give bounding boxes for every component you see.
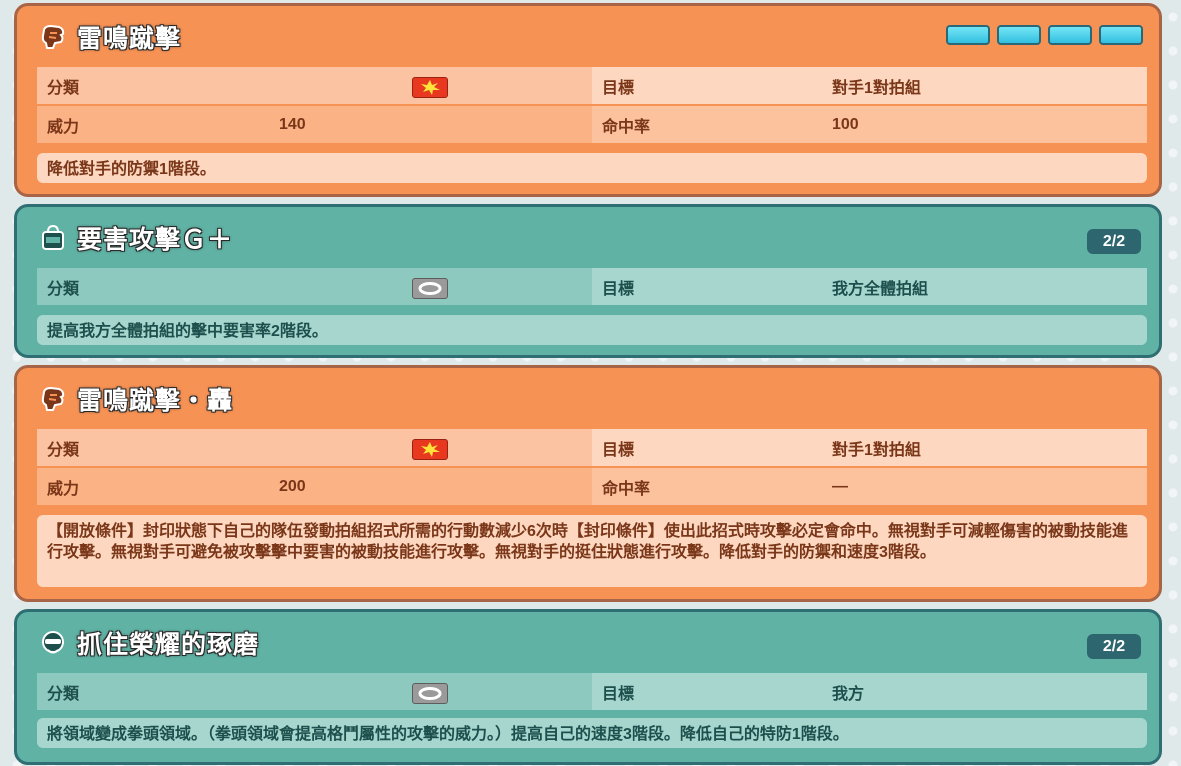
pp-badge: 2/2 — [1087, 229, 1141, 254]
physical-icon — [412, 439, 448, 460]
move-name: 抓住榮耀的琢磨 — [77, 631, 260, 659]
power-label: 威力 — [47, 480, 80, 498]
move-description: 將領域變成拳頭領域。（拳頭領域會提高格鬥屬性的攻擊的威力。）提高自己的速度3階段… — [37, 718, 1147, 748]
move-card[interactable]: 要害攻擊Ｇ＋ 2/2 分類 目標 我方全體拍組 提高我方全體拍組的擊中要害率2階… — [14, 204, 1162, 358]
target-label: 目標 — [602, 685, 635, 703]
bag-icon — [39, 224, 67, 252]
move-name: 雷鳴蹴擊 — [77, 25, 182, 53]
target-label: 目標 — [602, 441, 635, 459]
info-row: 威力 200 命中率 — — [37, 468, 1147, 505]
target-value: 對手1對拍組 — [832, 79, 921, 97]
info-row: 分類 目標 對手1對拍組 — [37, 429, 1147, 466]
status-icon — [412, 278, 448, 299]
move-card[interactable]: 雷鳴蹴擊 分類 目標 對手1對拍組 威力 140 命中率 100 降低對手的防禦… — [14, 3, 1162, 197]
pp-badge: 2/2 — [1087, 634, 1141, 659]
info-row: 分類 目標 我方全體拍組 — [37, 268, 1147, 305]
target-value: 我方全體拍組 — [832, 280, 929, 298]
move-card[interactable]: 雷鳴蹴擊・轟 分類 目標 對手1對拍組 威力 200 命中率 — 【開放條件】封… — [14, 365, 1162, 602]
physical-icon — [412, 77, 448, 98]
pp-bar — [1099, 25, 1143, 45]
category-label: 分類 — [47, 441, 80, 459]
target-label: 目標 — [602, 280, 635, 298]
category-label: 分類 — [47, 79, 80, 97]
category-label: 分類 — [47, 685, 80, 703]
info-row: 分類 目標 對手1對拍組 — [37, 67, 1147, 104]
pp-bars — [946, 25, 1143, 45]
fist-icon — [39, 385, 67, 413]
power-label: 威力 — [47, 118, 80, 136]
fist-icon — [39, 23, 67, 51]
move-name: 雷鳴蹴擊・轟 — [77, 387, 234, 415]
accuracy-label: 命中率 — [602, 118, 651, 136]
move-card[interactable]: 抓住榮耀的琢磨 2/2 分類 目標 我方 將領域變成拳頭領域。（拳頭領域會提高格… — [14, 609, 1162, 765]
mask-icon — [39, 629, 67, 657]
accuracy-value: 100 — [832, 115, 859, 133]
move-description: 【開放條件】封印狀態下自己的隊伍發動拍組招式所需的行動數減少6次時【封印條件】使… — [37, 515, 1147, 587]
accuracy-value: — — [832, 477, 848, 495]
move-description: 降低對手的防禦1階段。 — [37, 153, 1147, 183]
status-icon — [412, 683, 448, 704]
move-description: 提高我方全體拍組的擊中要害率2階段。 — [37, 315, 1147, 345]
accuracy-label: 命中率 — [602, 480, 651, 498]
info-row: 威力 140 命中率 100 — [37, 106, 1147, 143]
move-name: 要害攻擊Ｇ＋ — [77, 226, 234, 254]
category-label: 分類 — [47, 280, 80, 298]
power-value: 200 — [279, 477, 306, 495]
power-value: 140 — [279, 115, 306, 133]
pp-bar — [1048, 25, 1092, 45]
pp-bar — [946, 25, 990, 45]
target-value: 我方 — [832, 685, 865, 703]
target-value: 對手1對拍組 — [832, 441, 921, 459]
target-label: 目標 — [602, 79, 635, 97]
pp-bar — [997, 25, 1041, 45]
info-row: 分類 目標 我方 — [37, 673, 1147, 710]
